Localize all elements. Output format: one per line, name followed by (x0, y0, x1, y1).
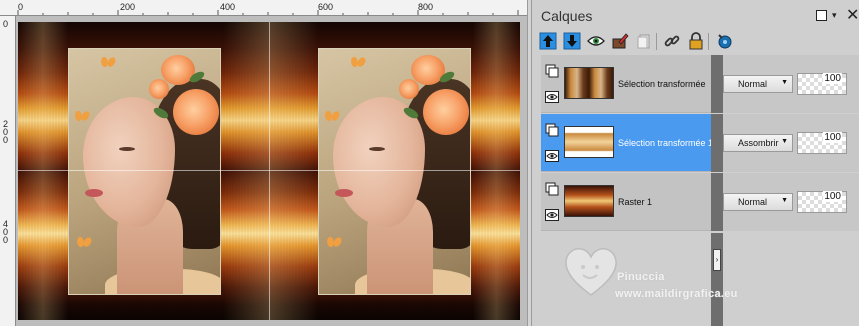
ruler-label: 0 (3, 19, 9, 29)
layer-visibility-icon[interactable] (545, 150, 559, 162)
palette-title: Calques (541, 8, 593, 24)
close-icon[interactable]: ✕ (846, 5, 859, 25)
edit-layer-icon[interactable] (610, 31, 630, 51)
layer-visibility-icon[interactable] (545, 91, 559, 103)
toolbar-separator (656, 33, 657, 50)
butterfly (75, 111, 89, 123)
ruler-horizontal[interactable]: 0 200 400 600 800 (0, 0, 527, 16)
portrait-lips (85, 189, 103, 197)
background-panel (18, 22, 68, 320)
layer-thumbnail (564, 67, 614, 99)
layer-group-icon[interactable] (545, 182, 559, 196)
portrait-eye (119, 147, 135, 151)
portrait-lips (335, 189, 353, 197)
background-panel (473, 22, 520, 320)
flower (399, 79, 419, 99)
palette-menu-caret-icon[interactable]: ▾ (832, 10, 837, 21)
flower (173, 89, 219, 135)
dropdown-arrow-icon: ▼ (781, 79, 788, 86)
layer-controls: Normal ▼ 100 (723, 173, 859, 231)
opacity-value: 100 (823, 73, 842, 84)
layer-name: Raster 1 (618, 197, 653, 207)
visibility-icon[interactable] (586, 31, 606, 51)
watermark-url: www.maildirgrafica.eu (615, 288, 738, 300)
opacity-value: 100 (823, 132, 842, 143)
watermark: Pinuccia www.maildirgrafica.eu (553, 243, 859, 323)
opacity-value: 100 (823, 191, 842, 202)
watermark-heart-icon (565, 248, 617, 296)
toolbar-separator (708, 33, 709, 50)
ruler-label: 4 0 0 (3, 219, 9, 245)
portrait-image-right (318, 48, 471, 295)
blend-mode-value: Assombrir (738, 138, 779, 148)
flower (149, 79, 169, 99)
layer-strip (711, 173, 723, 231)
butterfly (77, 237, 91, 249)
layer-strip (711, 114, 723, 172)
layer-visibility-icon[interactable] (545, 209, 559, 221)
layer-list: Sélection transformée Normal ▼ 100 Sélect… (541, 55, 859, 233)
move-layer-down-icon[interactable] (562, 31, 582, 51)
layer-list-empty-area: › Pinuccia www.maildirgrafica.eu (541, 233, 859, 326)
layer-controls: Normal ▼ 100 (723, 55, 859, 113)
delete-layer-icon[interactable] (634, 31, 654, 51)
blend-mode-value: Normal (738, 79, 768, 89)
blend-mode-dropdown[interactable]: Normal ▼ (723, 193, 793, 211)
canvas-area[interactable]: 0 200 400 600 800 0 2 0 0 4 0 0 (0, 0, 527, 326)
layer-group-icon[interactable] (545, 123, 559, 137)
layer-row[interactable]: Raster 1 Normal ▼ 100 (541, 173, 859, 231)
layer-row[interactable]: Sélection transformée Normal ▼ 100 (541, 55, 859, 113)
layer-name: Sélection transformée (618, 79, 706, 89)
document-canvas[interactable] (18, 22, 520, 320)
portrait-image-left (68, 48, 221, 295)
layers-toolbar (538, 31, 858, 53)
layer-row-selected[interactable]: Sélection transformée 1 Assombrir ▼ 100 (541, 114, 859, 172)
dropdown-arrow-icon: ▼ (781, 197, 788, 204)
opacity-field[interactable]: 100 (797, 191, 847, 213)
layer-controls: Assombrir ▼ 100 (723, 114, 859, 172)
opacity-field[interactable]: 100 (797, 132, 847, 154)
app-window: 0 200 400 600 800 0 2 0 0 4 0 0 Calques … (0, 0, 859, 326)
ruler-vertical[interactable]: 0 2 0 0 4 0 0 (0, 16, 16, 326)
flower (423, 89, 469, 135)
butterfly (325, 111, 339, 123)
background-panel (223, 22, 318, 320)
blend-mode-dropdown[interactable]: Normal ▼ (723, 75, 793, 93)
layer-group-icon[interactable] (545, 64, 559, 78)
move-layer-up-icon[interactable] (538, 31, 558, 51)
portrait-eye (369, 147, 385, 151)
layers-palette: Calques ▾ ✕ Sélection transformée Normal… (532, 0, 859, 326)
layer-name: Sélection transformée 1 (618, 138, 714, 148)
blend-mode-value: Normal (738, 197, 768, 207)
palette-menu-button[interactable] (816, 10, 827, 21)
ruler-label: 2 0 0 (3, 119, 9, 145)
layer-thumbnail (564, 126, 614, 158)
butterfly (327, 237, 341, 249)
butterfly (101, 57, 115, 69)
link-layer-icon[interactable] (662, 31, 682, 51)
guide-line-vertical[interactable] (269, 22, 270, 320)
butterfly (351, 57, 365, 69)
ruler-ticks (17, 10, 519, 15)
blend-mode-dropdown[interactable]: Assombrir ▼ (723, 134, 793, 152)
watermark-text: Pinuccia (617, 271, 665, 283)
lock-layer-icon[interactable] (686, 31, 706, 51)
layer-strip (711, 55, 723, 113)
palette-header: Calques ▾ ✕ (532, 0, 859, 30)
opacity-field[interactable]: 100 (797, 73, 847, 95)
layer-thumbnail (564, 185, 614, 217)
palette-settings-icon[interactable] (714, 31, 734, 51)
dropdown-arrow-icon: ▼ (781, 138, 788, 145)
